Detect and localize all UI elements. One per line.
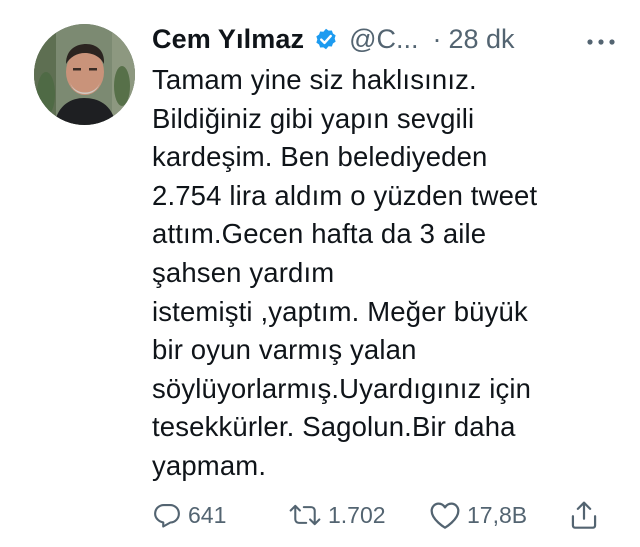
share-icon (571, 501, 597, 529)
tweet-text-line: Bildiğiniz gibi yapın sevgili (152, 102, 475, 134)
reply-icon (154, 503, 180, 528)
heart-icon (430, 502, 460, 529)
separator-dot: · (432, 23, 442, 54)
more-options-icon[interactable] (586, 34, 616, 45)
verified-badge-icon (313, 26, 339, 52)
tweet-text-line: yapmam. (152, 449, 267, 481)
retweet-button[interactable]: 1.702 (288, 497, 386, 533)
tweet-header: Cem Yılmaz @C... · 28 dk (152, 20, 622, 58)
reply-button[interactable]: 641 (152, 497, 226, 533)
tweet-actions: 641 1.702 17,8B (152, 497, 607, 533)
tweet-text-line: bir oyun varmış yalan (152, 334, 417, 366)
tweet-text-line: 2.754 lira aldım o yüzden tweet (152, 179, 538, 211)
like-count: 17,8B (467, 501, 528, 528)
tweet-text-line: kardeşim. Ben belediyeden (152, 141, 488, 173)
retweet-icon (289, 504, 321, 526)
tweet-text-line: şahsen yardım (152, 256, 335, 288)
tweet-text-line: tesekkürler. Sagolun.Bir daha (152, 411, 516, 443)
avatar-photo (34, 24, 135, 125)
reply-count: 641 (188, 501, 227, 528)
share-button[interactable] (569, 497, 599, 533)
retweet-count: 1.702 (328, 501, 386, 528)
author-name[interactable]: Cem Yılmaz (152, 24, 304, 55)
tweet-text: Tamam yine siz haklısınız. Bildiğiniz gi… (152, 61, 622, 486)
tweet-timestamp[interactable]: 28 dk (449, 24, 515, 55)
tweet-text-line: söylüyorlarmış.Uyardıgınız için (152, 372, 532, 404)
tweet[interactable]: Cem Yılmaz @C... · 28 dk Tamam yine siz … (0, 0, 640, 547)
tweet-text-line: istemişti ,yaptım. Meğer büyük (152, 295, 528, 327)
author-handle[interactable]: @C... (349, 24, 418, 55)
avatar[interactable] (34, 24, 135, 125)
like-button[interactable]: 17,8B (429, 497, 527, 533)
tweet-text-line: Tamam yine siz haklısınız. (152, 64, 477, 95)
tweet-text-line: attım.Gecen hafta da 3 aile (152, 218, 487, 250)
